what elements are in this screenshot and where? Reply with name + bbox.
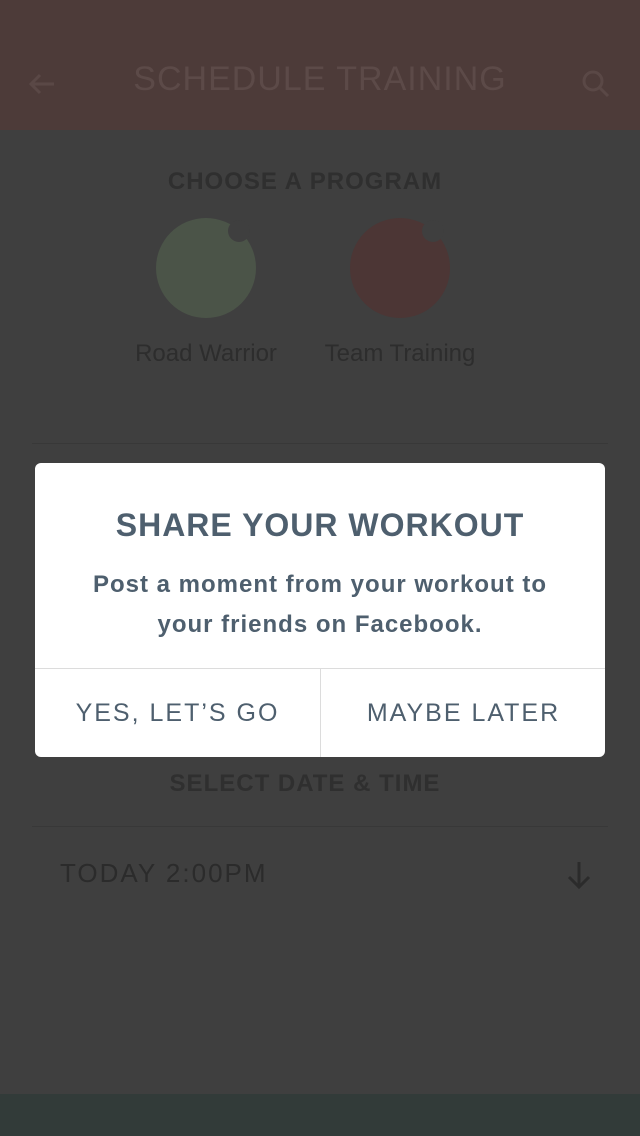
page-title: SCHEDULE TRAINING (133, 60, 507, 98)
maybe-later-button[interactable]: MAYBE LATER (321, 669, 605, 757)
arrow-down-icon[interactable] (566, 860, 592, 890)
program-icon (156, 218, 256, 318)
search-icon[interactable] (580, 68, 612, 100)
program-team-training[interactable]: Team Training (300, 218, 500, 368)
divider (32, 443, 608, 444)
yes-lets-go-button[interactable]: YES, LET’S GO (35, 669, 320, 757)
program-label: Team Training (324, 340, 476, 367)
program-icon (350, 218, 450, 318)
choose-program-heading: CHOOSE A PROGRAM (167, 168, 443, 195)
date-time-value[interactable]: TODAY 2:00PM (60, 858, 268, 889)
program-label: Road Warrior (135, 340, 277, 367)
dialog-message: Post a moment from your workout to your … (92, 571, 548, 638)
app-header: SCHEDULE TRAINING (0, 0, 640, 130)
program-road-warrior[interactable]: Road Warrior (106, 218, 306, 368)
divider (32, 826, 608, 827)
select-date-heading: SELECT DATE & TIME (169, 770, 441, 797)
bottom-bar (0, 1094, 640, 1136)
dialog-title: SHARE YOUR WORKOUT (115, 507, 525, 543)
share-workout-dialog: SHARE YOUR WORKOUT Post a moment from yo… (35, 463, 605, 757)
